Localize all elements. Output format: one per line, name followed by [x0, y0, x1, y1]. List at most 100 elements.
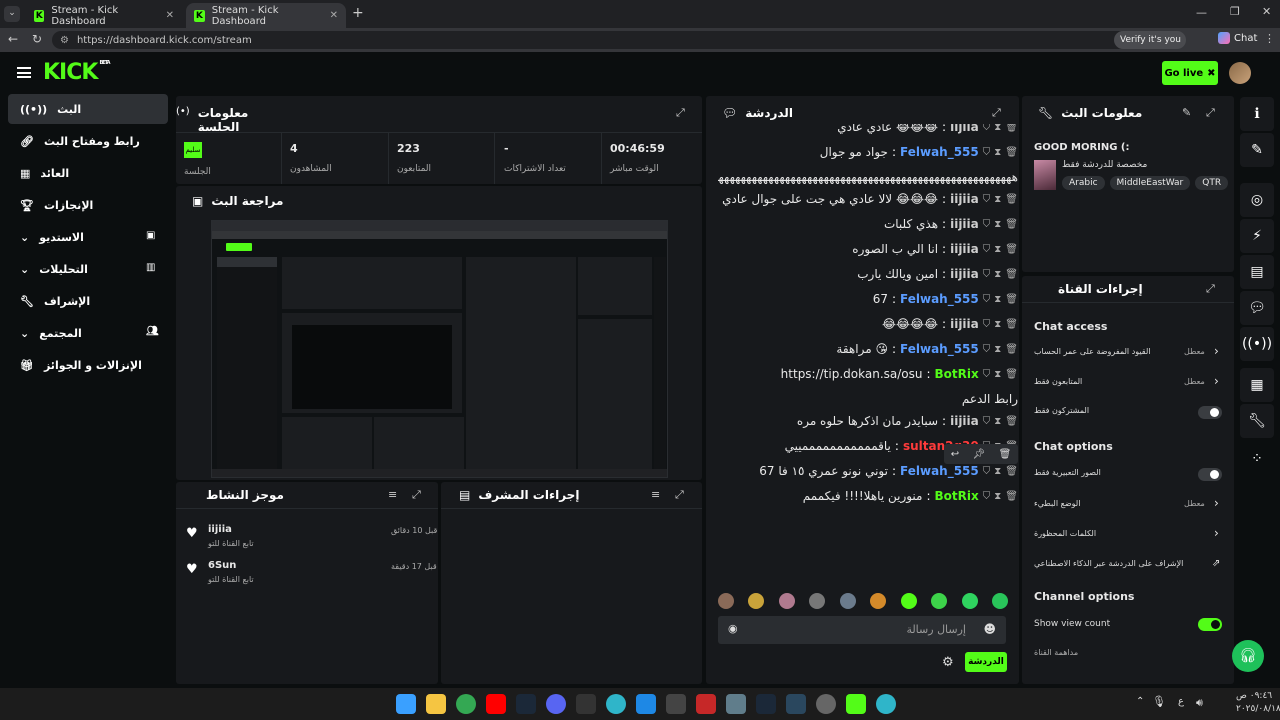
- shield-icon[interactable]: [726, 694, 746, 714]
- emote-icon[interactable]: [900, 593, 917, 609]
- popout-icon[interactable]: ⤢: [676, 106, 685, 120]
- sidebar-item-community[interactable]: المجتمع ⌄ 👥︎: [8, 318, 168, 348]
- kick-logo[interactable]: KICK BETA: [43, 60, 111, 85]
- chat-message[interactable]: 🗑︎ ⧗ ⛉ Felwah_555: جواد مو جوال: [718, 145, 1018, 159]
- chat-username[interactable]: Felwah_555: [900, 292, 979, 306]
- emote-icon[interactable]: [961, 593, 978, 609]
- chrome-icon[interactable]: [456, 694, 476, 714]
- popout-icon[interactable]: ⤢: [992, 106, 1001, 120]
- ban-icon[interactable]: ⛉: [983, 219, 991, 230]
- delete-icon[interactable]: 🗑︎: [1005, 294, 1018, 305]
- chat-message[interactable]: 🗑︎ ⧗ ⛉ iijiia: هذي كلبات: [718, 217, 1018, 231]
- app-icon[interactable]: [666, 694, 686, 714]
- steam-icon[interactable]: [756, 694, 776, 714]
- delete-icon[interactable]: 🗑︎: [1005, 466, 1018, 477]
- edit-icon[interactable]: ✎: [1182, 106, 1191, 119]
- ban-icon[interactable]: ⛉: [983, 269, 991, 280]
- ban-icon[interactable]: ⛉: [983, 369, 991, 380]
- chat-message[interactable]: رابط الدعم: [718, 392, 1018, 406]
- chat-username[interactable]: iijiia: [950, 242, 979, 256]
- chat-settings-icon[interactable]: ⚙: [942, 655, 954, 670]
- chat-icon[interactable]: 💬︎: [1240, 291, 1274, 325]
- ban-icon[interactable]: ⛉: [983, 416, 991, 427]
- sidebar-item-stream[interactable]: البث ((•)): [8, 94, 168, 124]
- chat-username[interactable]: Felwah_555: [900, 464, 979, 478]
- chat-message[interactable]: 🗑︎ ⧗ ⛉ BotRix: منورين ياهلا!!!! فيكممم: [718, 489, 1018, 503]
- adobe-icon[interactable]: [696, 694, 716, 714]
- delete-icon[interactable]: 🗑︎: [1005, 319, 1018, 330]
- chat-message[interactable]: 🗑︎ ⧗ ⛉ iijiia: سبايدر مان اذكرها حلوه مره: [718, 414, 1018, 428]
- timeout-icon[interactable]: ⧗: [994, 124, 1001, 133]
- emotes-only-toggle[interactable]: [1198, 468, 1222, 481]
- popout-icon[interactable]: ⤢: [675, 488, 684, 502]
- timeout-icon[interactable]: ⧗: [994, 466, 1001, 477]
- chat-username[interactable]: BotRix: [935, 367, 979, 381]
- delete-icon[interactable]: 🗑︎: [1005, 344, 1018, 355]
- timeout-icon[interactable]: ⧗: [994, 416, 1001, 427]
- emote-icon[interactable]: [991, 593, 1008, 609]
- chat-message[interactable]: 🗑︎ ⧗ ⛉ iijiia: امين ويالك يارب: [718, 267, 1018, 281]
- close-tab-icon[interactable]: ✕: [166, 10, 174, 21]
- timeout-icon[interactable]: ⧗: [994, 369, 1001, 380]
- chat-username[interactable]: iijiia: [950, 414, 979, 428]
- close-tab-icon[interactable]: ✕: [330, 10, 338, 21]
- delete-icon[interactable]: 🗑︎: [1005, 244, 1018, 255]
- timeout-icon[interactable]: ⧗: [994, 491, 1001, 502]
- verify-button[interactable]: Verify it's you: [1114, 31, 1186, 49]
- ban-icon[interactable]: ⛉: [983, 491, 991, 502]
- tray-chevron-icon[interactable]: ⌃: [1136, 696, 1144, 707]
- chat-message[interactable]: 🗑︎ ⧗ ⛉ iijiia: لالا عادي هي جت على جوال عادي…: [718, 192, 1018, 206]
- ban-icon[interactable]: ⛉: [983, 344, 991, 355]
- volume-icon[interactable]: 🔊︎: [1196, 696, 1203, 710]
- browser-tab-2[interactable]: K Stream - Kick Dashboard ✕: [186, 3, 346, 28]
- send-chat-button[interactable]: الدردشة: [965, 652, 1007, 672]
- popout-icon[interactable]: ⤢: [412, 488, 421, 502]
- close-window-icon[interactable]: ✕: [1262, 5, 1271, 18]
- chat-username[interactable]: iijiia: [950, 317, 979, 331]
- document-icon[interactable]: ▤: [1240, 255, 1274, 289]
- language-indicator[interactable]: ع: [1178, 696, 1184, 707]
- chat-username[interactable]: iijiia: [950, 217, 979, 231]
- chat-username[interactable]: Felwah_555: [900, 342, 979, 356]
- pin-icon[interactable]: 📌︎: [972, 449, 985, 460]
- call-of-duty-icon[interactable]: [576, 694, 596, 714]
- youtube-icon[interactable]: [486, 694, 506, 714]
- filter-icon[interactable]: ≡: [651, 488, 660, 501]
- ban-icon[interactable]: ⛉: [983, 466, 991, 477]
- delete-icon[interactable]: 🗑︎: [1005, 194, 1018, 205]
- emote-icon[interactable]: [931, 593, 948, 609]
- info-icon[interactable]: ℹ: [1240, 97, 1274, 131]
- edge-icon[interactable]: [876, 694, 896, 714]
- activity-user[interactable]: iijiia: [208, 524, 232, 535]
- subscribers-only-toggle[interactable]: [1198, 406, 1222, 419]
- activity-user[interactable]: 6Sun: [208, 560, 236, 571]
- emote-icon[interactable]: [839, 593, 856, 609]
- reply-icon[interactable]: ↩: [951, 449, 959, 460]
- delete-icon[interactable]: 🗑︎: [1005, 369, 1018, 380]
- steam-icon[interactable]: [786, 694, 806, 714]
- ban-icon[interactable]: ⛉: [983, 147, 991, 158]
- raid-channel-label[interactable]: مداهمة القناة: [1034, 648, 1078, 657]
- steam-icon[interactable]: [516, 694, 536, 714]
- chat-message[interactable]: 🗑︎ ⧗ ⛉ BotRix: https://tip.dokan.sa/osu: [718, 367, 1018, 381]
- discord-icon[interactable]: [546, 694, 566, 714]
- delete-icon[interactable]: 🗑︎: [1005, 124, 1018, 133]
- clock-time[interactable]: ٠٩:٤٦ ص: [1236, 691, 1272, 701]
- reload-icon[interactable]: ↻: [32, 32, 42, 46]
- emote-icon[interactable]: [778, 593, 795, 609]
- sidebar-item-moderation[interactable]: الإشراف 🔧︎: [8, 286, 168, 316]
- chat-username[interactable]: iijiia: [950, 192, 979, 206]
- drag-dots-icon[interactable]: ⁘: [1240, 442, 1274, 476]
- wrench-icon[interactable]: 🔧︎: [1240, 404, 1274, 438]
- delete-icon[interactable]: 🗑︎: [999, 449, 1012, 460]
- popout-icon[interactable]: ⤢: [1206, 282, 1215, 296]
- pencil-icon[interactable]: ✎: [1240, 133, 1274, 167]
- avatar[interactable]: [1229, 62, 1251, 84]
- slow-mode-setting[interactable]: الوضع البطيء معطل ›: [1034, 496, 1222, 512]
- support-chat-button[interactable]: 🎧︎: [1232, 640, 1264, 672]
- ban-icon[interactable]: ⛉: [983, 194, 991, 205]
- timeout-icon[interactable]: ⧗: [994, 344, 1001, 355]
- chat-username[interactable]: Felwah_555: [900, 145, 979, 159]
- chat-message[interactable]: 🗑︎ ⧗ ⛉ iijiia: انا الي ب الصوره: [718, 242, 1018, 256]
- hamburger-menu-icon[interactable]: [17, 67, 31, 78]
